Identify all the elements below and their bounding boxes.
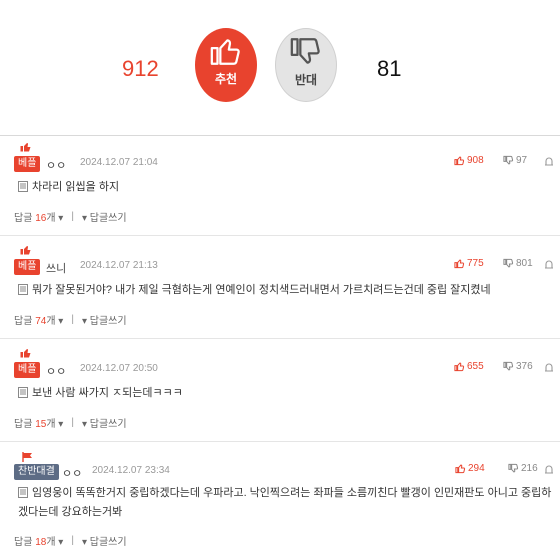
document-icon [18,284,28,295]
divider [0,235,560,236]
comment-body: 보낸 사람 싸가지 ㅈ되는데ㅋㅋㅋ [18,384,558,403]
upvote-label: 추천 [214,72,238,86]
comment-author[interactable]: ㅇㅇ [46,157,66,173]
comment-dislike-button[interactable]: 97 [503,155,527,166]
comment-date: 2024.12.07 23:34 [92,465,170,476]
thumbs-up-icon [20,245,31,255]
comment-author[interactable]: 쓰니 [46,260,66,276]
report-icon[interactable] [543,155,555,167]
thumbs-up-icon [20,348,31,358]
comment-meta: 찬반대결 ㅇㅇ 2024.12.07 23:34 294 216 [12,452,560,481]
dislike-count: 97 [516,155,528,166]
report-icon[interactable] [543,361,555,373]
comment-body: 임영웅이 똑똑한거지 중립하겠다는데 우파라고. 낙인찍으려는 좌파들 소름끼친… [18,484,558,522]
write-reply-link[interactable]: ▾ 답글쓰기 [82,415,127,430]
comment-dislike-button[interactable]: 216 [508,463,538,474]
write-reply-link[interactable]: ▾ 답글쓰기 [82,312,127,327]
comment-text: 보낸 사람 싸가지 ㅈ되는데ㅋㅋㅋ [32,387,183,399]
dislike-count: 376 [516,361,533,372]
comment-author[interactable]: ㅇㅇ [46,363,66,379]
comment-meta: 베플 쓰니 2024.12.07 21:13 775 801 [12,245,560,276]
downvote-count: 81 [377,56,402,81]
comment-item: 찬반대결 ㅇㅇ 2024.12.07 23:34 294 216 임영웅이 똑똑… [12,452,560,558]
comment-item: 베플 쓰니 2024.12.07 21:13 775 801 뭐가 잘못된거야?… [12,245,560,333]
downvote-button[interactable]: 반대 [275,28,337,102]
thumbs-up-icon [454,259,465,269]
comment-item: 베플 ㅇㅇ 2024.12.07 21:04 908 97 차라리 읽씹을 하지… [12,142,560,230]
thumbs-down-icon [290,38,320,64]
thumbs-down-icon [503,258,514,268]
divider [0,441,560,442]
thumbs-up-icon [455,464,466,474]
thumbs-down-icon [503,361,514,371]
like-count: 294 [468,463,485,474]
reply-row: 답글 15개 ▾ | ▾ 답글쓰기 [14,415,127,430]
dislike-count: 801 [516,258,533,269]
debate-badge: 찬반대결 [14,464,59,480]
comment-date: 2024.12.07 20:50 [80,363,158,374]
upvote-button[interactable]: 추천 [195,28,257,102]
document-icon [18,181,28,192]
comment-item: 베플 ㅇㅇ 2024.12.07 20:50 655 376 보낸 사람 싸가지… [12,348,560,436]
dislike-count: 216 [521,463,538,474]
report-icon[interactable] [543,463,555,475]
thumbs-up-icon [454,156,465,166]
comment-meta: 베플 ㅇㅇ 2024.12.07 20:50 655 376 [12,348,560,379]
comment-date: 2024.12.07 21:04 [80,157,158,168]
divider [0,338,560,339]
comment-dislike-button[interactable]: 801 [503,258,533,269]
comment-body: 차라리 읽씹을 하지 [18,178,558,197]
thumbs-down-icon [503,155,514,165]
comment-like-button[interactable]: 908 [454,155,484,166]
reply-toggle[interactable]: 답글 16개 ▾ [14,209,63,224]
thumbs-up-icon [20,142,31,152]
comment-like-button[interactable]: 775 [454,258,484,269]
comment-like-button[interactable]: 294 [455,463,485,474]
reply-toggle[interactable]: 답글 15개 ▾ [14,415,63,430]
like-count: 908 [467,155,484,166]
report-icon[interactable] [543,258,555,270]
thumbs-up-icon [210,39,240,65]
upvote-count: 912 [122,56,159,81]
comment-like-button[interactable]: 655 [454,361,484,372]
reply-row: 답글 74개 ▾ | ▾ 답글쓰기 [14,312,127,327]
comment-body: 뭐가 잘못된거야? 내가 제일 극혐하는게 연예인이 정치색드러내면서 가르치려… [18,281,558,300]
vote-area: 912 추천 반대 81 [0,0,560,136]
thumbs-up-icon [454,362,465,372]
best-badge: 베플 [14,156,41,172]
comment-text: 차라리 읽씹을 하지 [32,181,120,193]
comment-date: 2024.12.07 21:13 [80,260,158,271]
like-count: 775 [467,258,484,269]
best-badge: 베플 [14,259,41,275]
reply-toggle[interactable]: 답글 74개 ▾ [14,312,63,327]
write-reply-link[interactable]: ▾ 답글쓰기 [82,533,127,548]
comment-meta: 베플 ㅇㅇ 2024.12.07 21:04 908 97 [12,142,560,173]
best-badge: 베플 [14,362,41,378]
comment-text: 임영웅이 똑똑한거지 중립하겠다는데 우파라고. 낙인찍으려는 좌파들 소름끼친… [18,487,552,518]
comment-dislike-button[interactable]: 376 [503,361,533,372]
document-icon [18,487,28,498]
reply-toggle[interactable]: 답글 18개 ▾ [14,533,63,548]
downvote-label: 반대 [294,73,318,87]
like-count: 655 [467,361,484,372]
thumbs-down-icon [508,463,519,473]
write-reply-link[interactable]: ▾ 답글쓰기 [82,209,127,224]
flag-icon [22,452,32,462]
reply-row: 답글 18개 ▾ | ▾ 답글쓰기 [14,533,127,548]
document-icon [18,387,28,398]
comment-text: 뭐가 잘못된거야? 내가 제일 극혐하는게 연예인이 정치색드러내면서 가르치려… [32,284,491,296]
reply-row: 답글 16개 ▾ | ▾ 답글쓰기 [14,209,127,224]
comment-author[interactable]: ㅇㅇ [62,465,82,481]
